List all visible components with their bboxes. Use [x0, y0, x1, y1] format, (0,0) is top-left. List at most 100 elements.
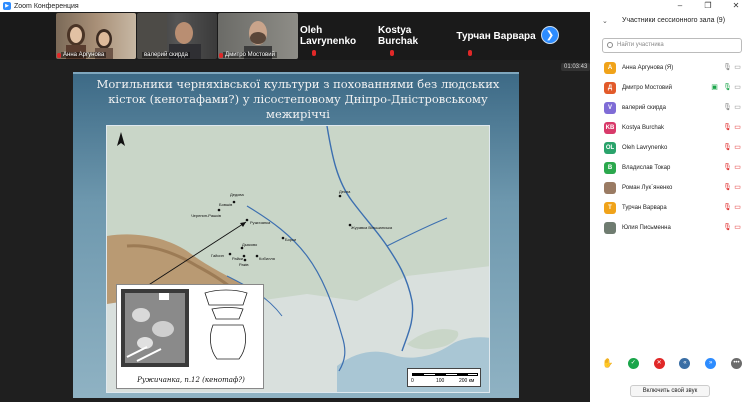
participants-header: ⌄ Участники сессионного зала (9) — [590, 17, 750, 29]
close-button[interactable]: ✕ — [722, 0, 750, 12]
avatar-photo — [604, 182, 616, 194]
participant-name: Анна Аргунова (Я) — [622, 65, 674, 71]
reaction-bar: ✋ ✓ ✕ « » ••• — [602, 356, 742, 370]
video-tile[interactable]: валерий скирда — [137, 13, 217, 59]
camera-off-icon[interactable]: ▭ — [733, 224, 742, 232]
participant-row[interactable]: OL Oleh Lavrynenko 🎙 ▭ — [590, 138, 750, 158]
camera-off-icon[interactable]: ▭ — [733, 144, 742, 152]
zoom-logo-icon: ▶ — [3, 2, 11, 10]
participant-name: Владислав Токар — [622, 165, 671, 171]
inset-caption: Ружичанка, п.12 (кенотаф?) — [137, 376, 245, 384]
participant-row[interactable]: Д Дмитро Мостовий ▣ 🎙 ▭ — [590, 78, 750, 98]
tile-name: Kostya Burchak — [378, 25, 419, 47]
participant-name: Юлия Письменна — [622, 225, 671, 231]
avatar: Д — [604, 82, 616, 94]
avatar-photo — [604, 222, 616, 234]
name-tile[interactable]: Oleh Lavrynenko — [300, 13, 376, 59]
muted-mic-icon — [468, 50, 472, 56]
camera-off-icon[interactable]: ▭ — [733, 164, 742, 172]
participants-title: Участники сессионного зала (9) — [622, 17, 726, 24]
participant-row[interactable]: В Владислав Токар 🎙 ▭ — [590, 158, 750, 178]
search-icon — [607, 42, 613, 48]
muted-mic-icon[interactable]: 🎙 — [723, 184, 732, 192]
map-label: Журавка Вільшанська — [351, 225, 393, 230]
muted-mic-icon[interactable]: 🎙 — [723, 164, 732, 172]
participant-name: Роман Лук`яненко — [622, 185, 673, 191]
avatar: OL — [604, 142, 616, 154]
video-tile[interactable]: Анна Аргунова — [56, 13, 136, 59]
maximize-button[interactable]: ❐ — [694, 0, 722, 12]
avatar: KB — [604, 122, 616, 134]
muted-mic-icon[interactable]: 🎙 — [723, 124, 732, 132]
window-title: Zoom Конференция — [14, 2, 79, 10]
scale-bar-graphic — [412, 373, 478, 376]
camera-icon[interactable]: ▭ — [733, 104, 742, 112]
map-label: Гайсин — [211, 253, 224, 258]
participant-row[interactable]: V валерий скирда 🎙 ▭ — [590, 98, 750, 118]
muted-mic-icon — [312, 50, 316, 56]
mic-icon[interactable]: 🎙 — [723, 104, 732, 112]
no-icon[interactable]: ✕ — [653, 357, 665, 369]
muted-mic-icon[interactable]: 🎙 — [723, 204, 732, 212]
participant-name: Oleh Lavrynenko — [622, 145, 668, 151]
camera-icon[interactable]: ▭ — [733, 64, 742, 72]
map-label: Райки — [232, 256, 243, 261]
name-tile[interactable]: Турчан Варвара — [456, 13, 536, 59]
map-label: Десна — [339, 189, 351, 194]
map-label: Борки — [285, 237, 296, 242]
camera-off-icon[interactable]: ▭ — [733, 184, 742, 192]
go-faster-icon[interactable]: » — [705, 357, 717, 369]
chevron-down-icon[interactable]: ⌄ — [602, 17, 608, 25]
avatar: В — [604, 162, 616, 174]
map-label: Ружичанка — [250, 220, 271, 225]
map-label: Кобилля — [259, 256, 275, 261]
title-bar: ▶ Zoom Конференция – ❐ ✕ — [0, 0, 750, 12]
camera-off-icon[interactable]: ▭ — [733, 124, 742, 132]
tile-name: Oleh Lavrynenko — [300, 25, 357, 47]
video-tile[interactable]: Дмитро Мостовий — [218, 13, 298, 59]
gallery-strip: Анна Аргунова валерий скирда Дмитро Мост… — [0, 12, 590, 60]
camera-off-icon[interactable]: ▭ — [733, 204, 742, 212]
participant-row[interactable]: Роман Лук`яненко 🎙 ▭ — [590, 178, 750, 198]
recording-timer: 01:03:43 — [561, 63, 591, 71]
participant-row[interactable]: Т Турчан Варвара 🎙 ▭ — [590, 198, 750, 218]
yes-icon[interactable]: ✓ — [627, 357, 639, 369]
map-label: Дедова — [230, 192, 244, 197]
more-icon[interactable]: ••• — [730, 357, 742, 369]
search-placeholder: Найти участника — [617, 42, 664, 48]
zoom-window: ▶ Zoom Конференция – ❐ ✕ Анна Аргунова в… — [0, 0, 750, 402]
main-video-area: Анна Аргунова валерий скирда Дмитро Мост… — [0, 12, 591, 402]
avatar: А — [604, 62, 616, 74]
tile-name: Анна Аргунова — [61, 52, 107, 58]
participant-row[interactable]: А Анна Аргунова (Я) 🎙 ▭ — [590, 58, 750, 78]
scale-label: 100 — [436, 378, 445, 384]
participant-list: А Анна Аргунова (Я) 🎙 ▭ Д Дмитро Мостови… — [590, 58, 750, 238]
scale-label: 200 км — [459, 378, 475, 384]
map-scale-bar: 0 100 200 км — [407, 368, 481, 387]
minimize-button[interactable]: – — [666, 0, 694, 12]
search-input[interactable]: Найти участника — [602, 38, 742, 53]
muted-mic-icon[interactable]: 🎙 — [723, 224, 732, 232]
avatar: Т — [604, 202, 616, 214]
screen-share-icon: ▣ — [711, 84, 718, 91]
tile-name: Дмитро Мостовий — [223, 52, 277, 58]
name-tile[interactable]: Kostya Burchak — [378, 13, 454, 59]
shared-screen-slide: Могильники черняхівської культури з похо… — [73, 72, 519, 398]
participant-row[interactable]: KB Kostya Burchak 🎙 ▭ — [590, 118, 750, 138]
go-slower-icon[interactable]: « — [679, 357, 691, 369]
mic-icon[interactable]: 🎙 — [723, 64, 732, 72]
avatar: V — [604, 102, 616, 114]
tile-name: валерий скирда — [142, 52, 191, 58]
tile-name: Турчан Варвара — [456, 30, 536, 42]
participant-row[interactable]: Юлия Письменна 🎙 ▭ — [590, 218, 750, 238]
slide-title: Могильники черняхівської культури з похо… — [96, 77, 500, 121]
raise-hand-icon[interactable]: ✋ — [602, 357, 613, 369]
map-label: Бовшів — [219, 202, 232, 207]
next-page-button[interactable]: ❯ — [541, 26, 559, 44]
map-label: Черепин-Рашків — [191, 213, 221, 218]
unmute-myself-button[interactable]: Включить свой звук — [630, 385, 710, 397]
mic-icon[interactable]: 🎙 — [723, 84, 732, 92]
muted-mic-icon[interactable]: 🎙 — [723, 144, 732, 152]
participant-name: Дмитро Мостовий — [622, 85, 672, 91]
camera-icon[interactable]: ▭ — [733, 84, 742, 92]
